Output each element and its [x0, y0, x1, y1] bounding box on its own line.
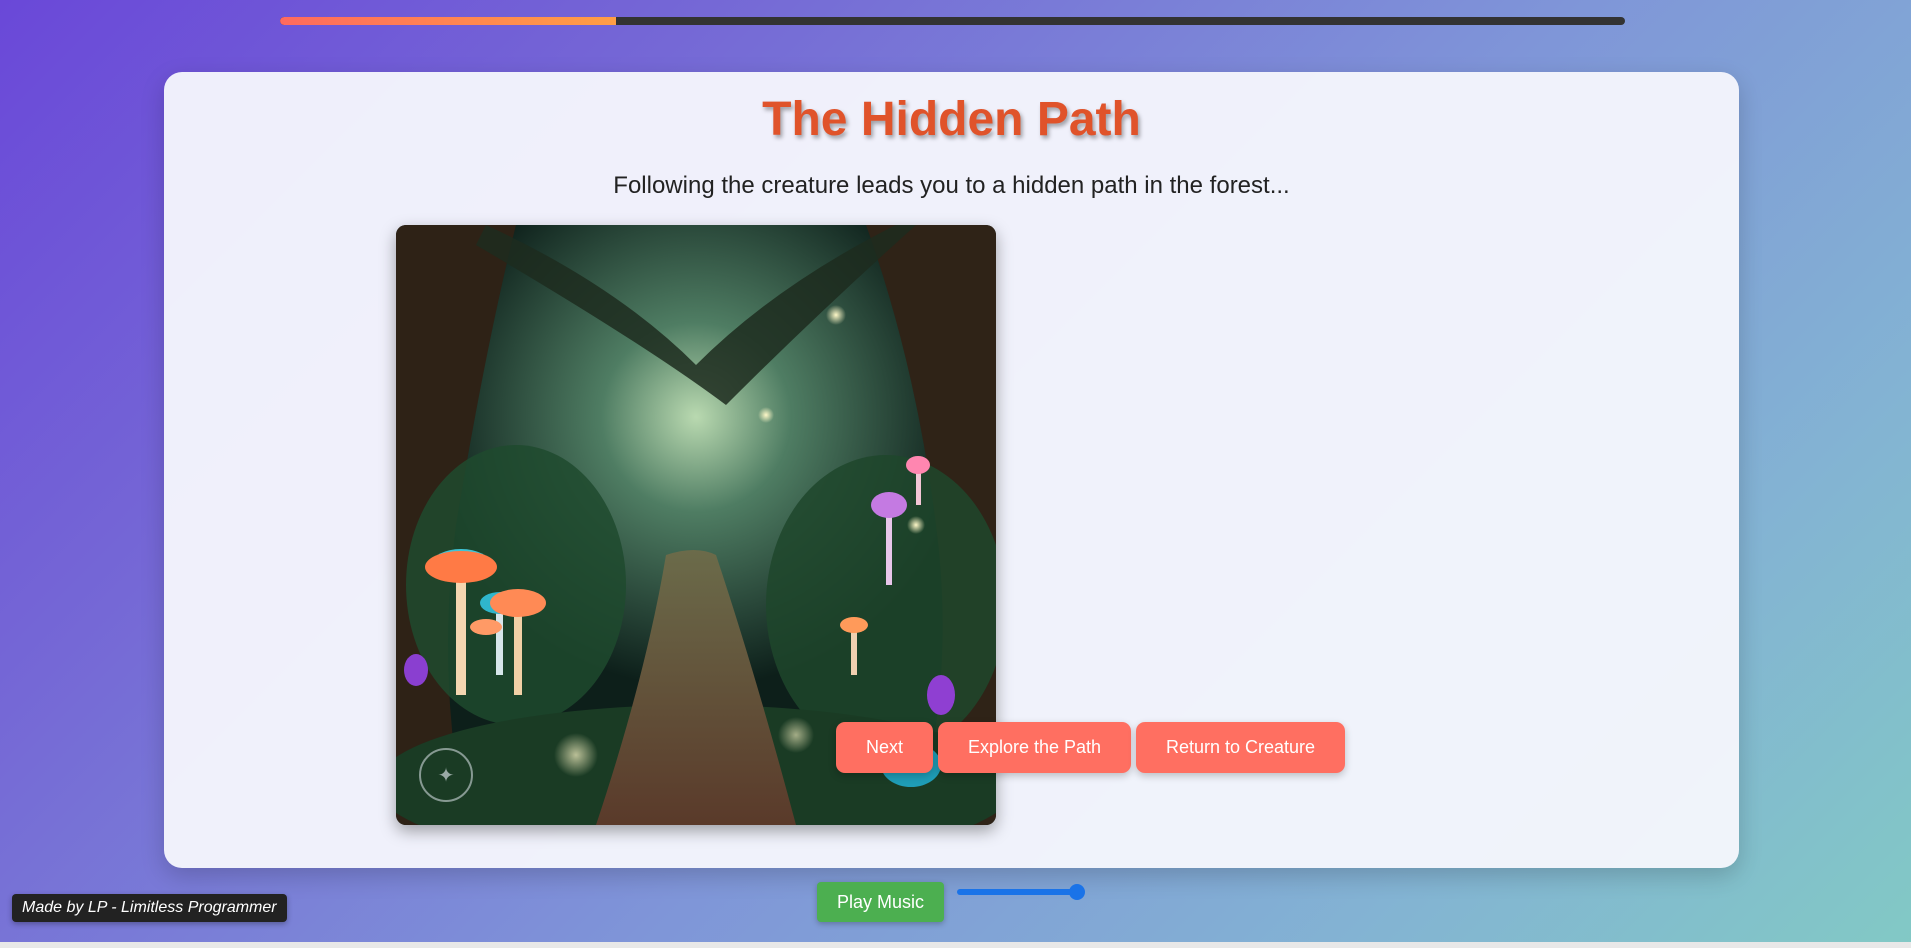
volume-slider[interactable]	[957, 884, 1085, 900]
volume-slider-thumb[interactable]	[1069, 884, 1085, 900]
play-music-button[interactable]: Play Music	[817, 882, 944, 922]
explore-path-button[interactable]: Explore the Path	[938, 722, 1131, 773]
story-description: Following the creature leads you to a hi…	[613, 172, 1290, 199]
choice-buttons: Next Explore the Path Return to Creature	[836, 722, 1345, 773]
story-progress-bar	[280, 17, 1625, 25]
bottom-strip	[0, 942, 1911, 948]
story-progress-fill	[280, 17, 617, 25]
next-button[interactable]: Next	[836, 722, 933, 773]
credit-badge: Made by LP - Limitless Programmer	[12, 894, 287, 922]
story-title: The Hidden Path	[762, 93, 1141, 146]
return-to-creature-button[interactable]: Return to Creature	[1136, 722, 1345, 773]
svg-text:✦: ✦	[438, 763, 455, 787]
